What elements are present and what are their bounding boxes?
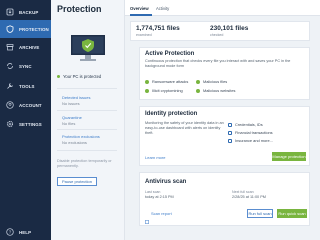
status-text: Your PC is protected (63, 74, 102, 79)
feature-label: Ransomware attacks (152, 79, 189, 84)
feature-label: Malicious files (203, 79, 228, 84)
bank-icon (228, 130, 232, 135)
active-tab-indicator (130, 14, 152, 16)
check-icon (145, 88, 149, 93)
status-dot (57, 75, 60, 78)
archive-icon (5, 43, 14, 52)
next-scan-value: 2/28/25 at 11:00 PM (232, 195, 266, 199)
feature-label: Malicious websites (203, 88, 236, 93)
examined-caption: examined (136, 33, 152, 37)
sidebar-item-label: SETTINGS (19, 121, 42, 127)
shield-icon (5, 25, 14, 34)
run-full-scan-button[interactable]: Run full scan (247, 209, 273, 218)
sync-icon (5, 62, 14, 71)
active-protection-description: Continuous protection that checks every … (145, 59, 291, 68)
identity-item-insurance: Insurance and more... (228, 138, 273, 143)
check-icon (196, 88, 200, 93)
help-icon: ? (5, 228, 14, 237)
divider (57, 129, 117, 130)
sidebar-item-sync[interactable]: SYNC (0, 57, 51, 75)
document-icon (228, 138, 232, 143)
feature-malicious-files: Malicious files (196, 79, 227, 84)
identity-protection-description: Monitoring the safety of your identity d… (145, 121, 224, 135)
sidebar-item-help[interactable]: ? HELP (0, 223, 51, 240)
pause-protection-button[interactable]: Pause protection (57, 177, 97, 186)
active-protection-title: Active Protection (145, 51, 195, 57)
account-icon (5, 101, 14, 110)
last-scan-value: today at 2:15 PM (145, 195, 174, 199)
sidebar-item-account[interactable]: ACCOUNT (0, 96, 51, 114)
sidebar-item-label: TOOLS (19, 83, 35, 89)
sidebar-item-backup[interactable]: BACKUP (0, 3, 51, 21)
help-label: HELP (19, 229, 32, 235)
tab-bar (125, 0, 320, 16)
tools-icon (5, 82, 14, 91)
sidebar-item-protection[interactable]: PROTECTION (0, 20, 51, 38)
page-title: Protection (57, 4, 102, 14)
identity-item-credentials: Credentials, IDs (228, 122, 263, 127)
quarantine-value: No files (62, 121, 76, 126)
learn-more-link[interactable]: Learn more (145, 155, 165, 160)
examined-files-count: 1,774,751 files (136, 25, 180, 32)
checked-files-count: 230,101 files (210, 25, 249, 32)
antivirus-scan-title: Antivirus scan (145, 179, 187, 185)
feature-cryptomining: Illicit cryptomining (145, 88, 183, 93)
feature-malicious-websites: Malicious websites (196, 88, 235, 93)
sidebar-item-tools[interactable]: TOOLS (0, 77, 51, 95)
last-scan-label: Last scan (145, 190, 161, 194)
check-icon (145, 79, 149, 84)
divider (57, 110, 117, 111)
run-quick-scan-button[interactable]: Run quick scan (277, 209, 307, 218)
protection-exclusions-value: No exclusions (62, 140, 87, 145)
gear-icon (5, 120, 14, 129)
feature-label: Illicit cryptomining (152, 88, 183, 93)
sidebar-item-label: ARCHIVE (19, 44, 40, 50)
sidebar: BACKUP PROTECTION ARCHIVE SYNC TOOLS ACC… (0, 0, 51, 240)
check-icon (196, 79, 200, 84)
protected-monitor-illustration (70, 34, 106, 69)
sidebar-item-label: PROTECTION (19, 26, 49, 32)
identity-protection-title: Identity protection (145, 111, 198, 117)
feature-ransomware: Ransomware attacks (145, 79, 188, 84)
pause-note: Disable protection temporarily or perman… (57, 159, 112, 168)
scan-report-link[interactable]: Scan report (151, 211, 172, 216)
id-card-icon (228, 122, 232, 127)
sidebar-item-label: ACCOUNT (19, 102, 42, 108)
protection-exclusions-link[interactable]: Protection exclusions (62, 134, 100, 139)
quarantine-link[interactable]: Quarantine (62, 115, 82, 120)
protection-status: Your PC is protected (57, 74, 101, 79)
report-icon (145, 211, 149, 224)
divider (57, 150, 117, 151)
identity-item-label: Credentials, IDs (235, 122, 263, 127)
sidebar-item-label: SYNC (19, 63, 32, 69)
sidebar-item-archive[interactable]: ARCHIVE (0, 38, 51, 56)
identity-item-financial: Financial transactions (228, 130, 273, 135)
backup-icon (5, 8, 14, 17)
divider (57, 88, 117, 89)
tab-overview[interactable]: Overview (130, 6, 149, 11)
next-scan-label: Next full scan (232, 190, 254, 194)
manage-protection-button[interactable]: Manage protection (272, 152, 306, 161)
detected-issues-link[interactable]: Detected issues (62, 95, 90, 100)
identity-item-label: Financial transactions (235, 130, 273, 135)
sidebar-item-label: BACKUP (19, 9, 39, 15)
identity-item-label: Insurance and more... (235, 138, 273, 143)
detected-issues-value: No issues (62, 101, 80, 106)
checked-caption: checked (210, 33, 224, 37)
svg-text:?: ? (8, 230, 11, 235)
tab-activity[interactable]: Activity (156, 6, 169, 11)
sidebar-item-settings[interactable]: SETTINGS (0, 115, 51, 133)
